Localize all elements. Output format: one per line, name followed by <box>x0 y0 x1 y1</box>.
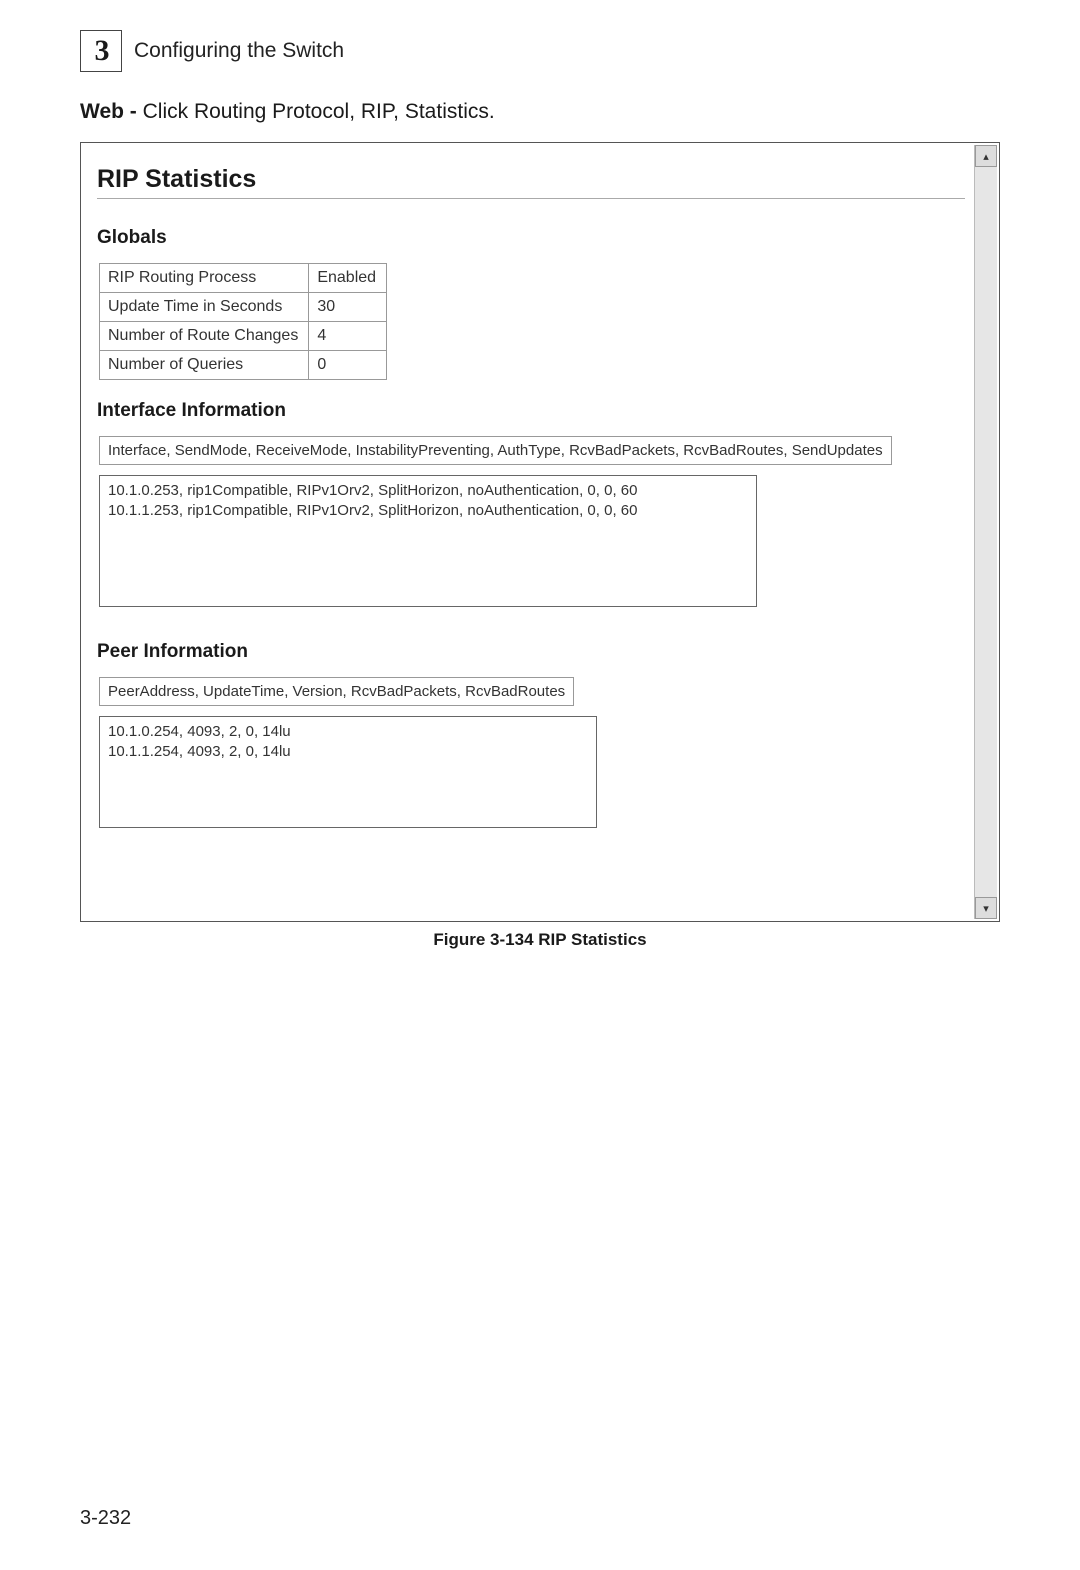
screenshot-panel: RIP Statistics Globals RIP Routing Proce… <box>80 142 1000 922</box>
scroll-down-button[interactable]: ▾ <box>975 897 997 919</box>
globals-value: 4 <box>309 322 387 351</box>
list-item[interactable]: 10.1.1.253, rip1Compatible, RIPv1Orv2, S… <box>108 501 748 521</box>
globals-value: Enabled <box>309 264 387 293</box>
globals-label: Number of Queries <box>100 351 309 380</box>
list-item[interactable]: 10.1.1.254, 4093, 2, 0, 14lu <box>108 742 588 762</box>
chapter-number: 3 <box>95 34 108 68</box>
list-item[interactable]: 10.1.0.253, rip1Compatible, RIPv1Orv2, S… <box>108 481 748 501</box>
page-title: RIP Statistics <box>97 165 965 194</box>
vertical-scrollbar[interactable]: ▴ ▾ <box>974 145 997 919</box>
table-row: Number of Route Changes 4 <box>100 322 387 351</box>
peer-listbox[interactable]: 10.1.0.254, 4093, 2, 0, 14lu 10.1.1.254,… <box>99 716 597 828</box>
list-item[interactable]: 10.1.0.254, 4093, 2, 0, 14lu <box>108 722 588 742</box>
table-row: Update Time in Seconds 30 <box>100 293 387 322</box>
iface-listbox[interactable]: 10.1.0.253, rip1Compatible, RIPv1Orv2, S… <box>99 475 757 607</box>
figure-caption: Figure 3-134 RIP Statistics <box>80 930 1000 950</box>
globals-label: RIP Routing Process <box>100 264 309 293</box>
screenshot-content: RIP Statistics Globals RIP Routing Proce… <box>83 145 973 919</box>
table-row: Number of Queries 0 <box>100 351 387 380</box>
globals-table: RIP Routing Process Enabled Update Time … <box>99 263 387 380</box>
iface-columns-header: Interface, SendMode, ReceiveMode, Instab… <box>99 436 892 465</box>
title-rule <box>97 198 965 199</box>
table-row: RIP Routing Process Enabled <box>100 264 387 293</box>
globals-label: Update Time in Seconds <box>100 293 309 322</box>
globals-value: 0 <box>309 351 387 380</box>
globals-heading: Globals <box>97 227 965 249</box>
globals-label: Number of Route Changes <box>100 322 309 351</box>
chevron-down-icon: ▾ <box>983 902 989 915</box>
chevron-up-icon: ▴ <box>983 150 989 163</box>
peer-heading: Peer Information <box>97 641 965 663</box>
globals-value: 30 <box>309 293 387 322</box>
page-number: 3-232 <box>80 1507 131 1530</box>
intro-suffix: Click Routing Protocol, RIP, Statistics. <box>137 100 495 123</box>
iface-heading: Interface Information <box>97 400 965 422</box>
chapter-title: Configuring the Switch <box>134 39 344 63</box>
intro-prefix: Web - <box>80 100 137 123</box>
intro-line: Web - Click Routing Protocol, RIP, Stati… <box>80 100 1000 124</box>
chapter-header: 3 Configuring the Switch <box>80 30 1000 72</box>
scroll-up-button[interactable]: ▴ <box>975 145 997 167</box>
peer-columns-header: PeerAddress, UpdateTime, Version, RcvBad… <box>99 677 574 706</box>
chapter-number-badge: 3 <box>80 30 122 72</box>
